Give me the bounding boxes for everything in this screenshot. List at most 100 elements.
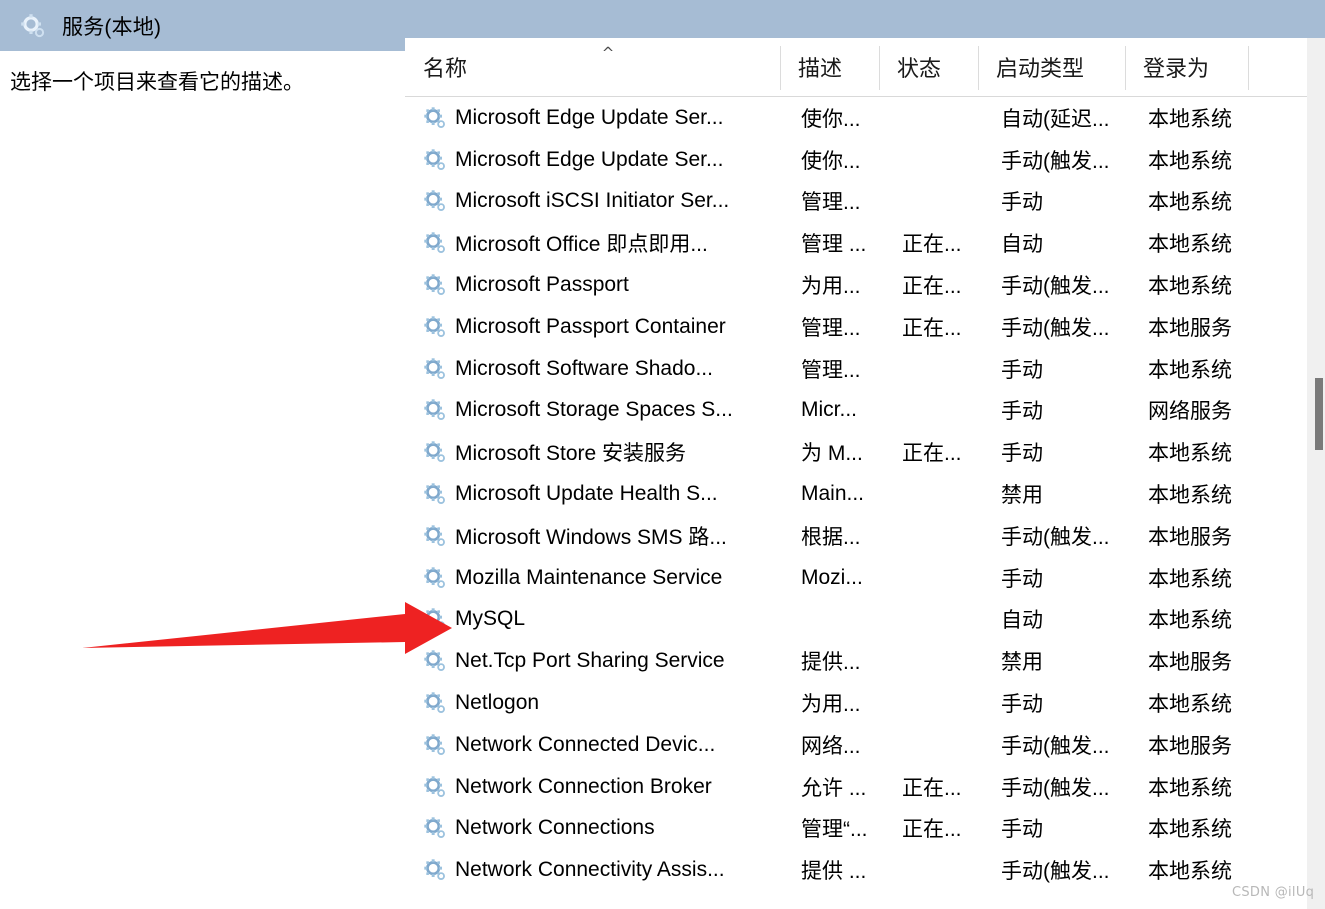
column-header-status[interactable]: 状态	[879, 38, 978, 96]
cell-status[interactable]: 正在...	[894, 264, 990, 306]
cell-status[interactable]: 正在...	[894, 222, 990, 264]
cell-startup-type[interactable]: 自动	[993, 599, 1137, 641]
cell-startup-type[interactable]: 自动	[993, 222, 1137, 264]
cell-description[interactable]: 网络...	[795, 724, 891, 766]
cell-service-name[interactable]: Microsoft Windows SMS 路...	[423, 515, 783, 557]
cell-startup-type[interactable]: 自动(延迟...	[993, 97, 1137, 139]
column-header-description[interactable]: 描述	[780, 38, 879, 96]
cell-status[interactable]	[894, 473, 990, 515]
cell-description[interactable]: 管理 ...	[795, 222, 891, 264]
table-row[interactable]: Network Connected Devic... 网络... 手动(触发... 本…	[405, 723, 1325, 766]
cell-description[interactable]: 管理...	[795, 306, 891, 348]
cell-status[interactable]: 正在...	[894, 766, 990, 808]
cell-startup-type[interactable]: 禁用	[993, 640, 1137, 682]
table-row[interactable]: Microsoft Store 安装服务 为 M... 正在... 手动 本地系统	[405, 431, 1325, 474]
table-row[interactable]: Network Connection Broker 允许 ... 正在... 手动(触…	[405, 765, 1325, 808]
cell-description[interactable]: 为用...	[795, 682, 891, 724]
cell-description[interactable]: 管理...	[795, 181, 891, 223]
cell-service-name[interactable]: Net.Tcp Port Sharing Service	[423, 640, 783, 682]
cell-status[interactable]	[894, 682, 990, 724]
cell-log-on-as[interactable]: 本地系统	[1140, 557, 1280, 599]
cell-description[interactable]: 为用...	[795, 264, 891, 306]
column-header-startup-type[interactable]: 启动类型	[978, 38, 1125, 96]
cell-log-on-as[interactable]: 网络服务	[1140, 390, 1280, 432]
cell-log-on-as[interactable]: 本地系统	[1140, 599, 1280, 641]
cell-status[interactable]: 正在...	[894, 431, 990, 473]
table-row[interactable]: Network Connectivity Assis... 提供 ... 手动(触发…	[405, 849, 1325, 892]
cell-service-name[interactable]: Network Connection Broker	[423, 766, 783, 808]
cell-description[interactable]: 允许 ...	[795, 766, 891, 808]
table-row[interactable]: Microsoft Passport Container 管理... 正在... 手动…	[405, 305, 1325, 348]
column-divider[interactable]	[1248, 46, 1249, 90]
cell-service-name[interactable]: Microsoft Office 即点即用...	[423, 222, 783, 264]
cell-service-name[interactable]: Microsoft iSCSI Initiator Ser...	[423, 181, 783, 223]
cell-log-on-as[interactable]: 本地服务	[1140, 640, 1280, 682]
cell-log-on-as[interactable]: 本地系统	[1140, 264, 1280, 306]
cell-startup-type[interactable]: 手动(触发...	[993, 766, 1137, 808]
cell-status[interactable]	[894, 515, 990, 557]
cell-log-on-as[interactable]: 本地系统	[1140, 97, 1280, 139]
cell-status[interactable]: 正在...	[894, 306, 990, 348]
cell-description[interactable]: Main...	[795, 473, 891, 515]
table-row[interactable]: Network Connections 管理“... 正在... 手动 本地系统	[405, 807, 1325, 850]
cell-description[interactable]: 为 M...	[795, 431, 891, 473]
cell-description[interactable]: 使你...	[795, 139, 891, 181]
cell-description[interactable]: Mozi...	[795, 557, 891, 599]
cell-status[interactable]	[894, 139, 990, 181]
column-header-name[interactable]: 名称	[405, 38, 780, 96]
cell-service-name[interactable]: Network Connected Devic...	[423, 724, 783, 766]
cell-startup-type[interactable]: 手动(触发...	[993, 515, 1137, 557]
cell-service-name[interactable]: MySQL	[423, 599, 783, 641]
cell-service-name[interactable]: Microsoft Edge Update Ser...	[423, 139, 783, 181]
cell-service-name[interactable]: Netlogon	[423, 682, 783, 724]
cell-log-on-as[interactable]: 本地系统	[1140, 808, 1280, 850]
table-row[interactable]: Microsoft Edge Update Ser... 使你... 手动(触发..…	[405, 138, 1325, 181]
table-row[interactable]: Netlogon 为用... 手动 本地系统	[405, 682, 1325, 724]
cell-log-on-as[interactable]: 本地系统	[1140, 682, 1280, 724]
cell-description[interactable]: 使你...	[795, 97, 891, 139]
cell-description[interactable]: 管理...	[795, 348, 891, 390]
cell-service-name[interactable]: Microsoft Store 安装服务	[423, 431, 783, 473]
cell-startup-type[interactable]: 禁用	[993, 473, 1137, 515]
table-row[interactable]: MySQL 自动 本地系统	[405, 598, 1325, 641]
cell-description[interactable]: 提供 ...	[795, 849, 891, 891]
cell-log-on-as[interactable]: 本地系统	[1140, 348, 1280, 390]
cell-log-on-as[interactable]: 本地系统	[1140, 766, 1280, 808]
cell-startup-type[interactable]: 手动	[993, 557, 1137, 599]
cell-status[interactable]	[894, 390, 990, 432]
cell-startup-type[interactable]: 手动(触发...	[993, 139, 1137, 181]
table-row[interactable]: Microsoft Software Shado... 管理... 手动 本地系统	[405, 347, 1325, 390]
cell-service-name[interactable]: Microsoft Passport	[423, 264, 783, 306]
cell-status[interactable]	[894, 599, 990, 641]
table-row[interactable]: Microsoft Windows SMS 路... 根据... 手动(触发... 本…	[405, 514, 1325, 557]
cell-status[interactable]	[894, 849, 990, 891]
cell-service-name[interactable]: Mozilla Maintenance Service	[423, 557, 783, 599]
cell-log-on-as[interactable]: 本地系统	[1140, 473, 1280, 515]
cell-log-on-as[interactable]: 本地服务	[1140, 306, 1280, 348]
cell-startup-type[interactable]: 手动(触发...	[993, 724, 1137, 766]
cell-startup-type[interactable]: 手动	[993, 348, 1137, 390]
cell-log-on-as[interactable]: 本地系统	[1140, 222, 1280, 264]
cell-status[interactable]	[894, 181, 990, 223]
cell-startup-type[interactable]: 手动	[993, 808, 1137, 850]
table-row[interactable]: Mozilla Maintenance Service Mozi... 手动 本地系统	[405, 556, 1325, 599]
table-row[interactable]: Microsoft Office 即点即用... 管理 ... 正在... 自动 本地系…	[405, 222, 1325, 265]
cell-description[interactable]: Micr...	[795, 390, 891, 432]
cell-log-on-as[interactable]: 本地系统	[1140, 139, 1280, 181]
cell-log-on-as[interactable]: 本地服务	[1140, 724, 1280, 766]
cell-startup-type[interactable]: 手动	[993, 181, 1137, 223]
cell-log-on-as[interactable]: 本地系统	[1140, 431, 1280, 473]
table-row[interactable]: Microsoft Passport 为用... 正在... 手动(触发... 本地系统	[405, 264, 1325, 306]
table-row[interactable]: Net.Tcp Port Sharing Service 提供... 禁用 本地服务	[405, 640, 1325, 683]
table-row[interactable]: Microsoft iSCSI Initiator Ser... 管理... 手动本…	[405, 180, 1325, 223]
table-row[interactable]: Microsoft Edge Update Ser... 使你... 自动(延迟..…	[405, 97, 1325, 139]
cell-description[interactable]	[795, 599, 891, 641]
cell-description[interactable]: 管理“...	[795, 808, 891, 850]
cell-startup-type[interactable]: 手动	[993, 682, 1137, 724]
column-header-log-on-as[interactable]: 登录为	[1125, 38, 1248, 96]
cell-log-on-as[interactable]: 本地系统	[1140, 181, 1280, 223]
list-vertical-scrollbar[interactable]	[1307, 38, 1325, 909]
cell-service-name[interactable]: Microsoft Passport Container	[423, 306, 783, 348]
cell-service-name[interactable]: Network Connectivity Assis...	[423, 849, 783, 891]
cell-startup-type[interactable]: 手动(触发...	[993, 264, 1137, 306]
